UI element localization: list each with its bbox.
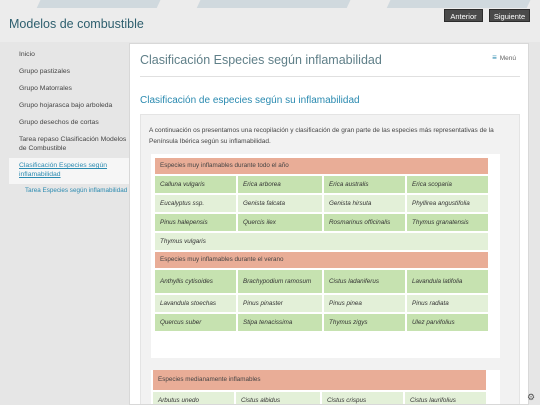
main-content: Clasificación Especies según inflamabili… [129,43,529,405]
table-header: Especies muy inflamables durante todo el… [155,158,488,174]
menu-button[interactable]: ≡ Menú [492,53,516,62]
sidebar-item-desechos[interactable]: Grupo desechos de cortas [9,115,132,132]
table-cell: Calluna vulgaris [155,176,236,193]
sidebar-item-pastizales[interactable]: Grupo pastizales [9,64,132,81]
table-cell: Cistus albidus [236,392,320,404]
decorative-brush [196,0,354,8]
table-cell: Rosmarinus officinalis [324,214,405,231]
table-cell: Thymus zigys [324,314,405,331]
table-header: Especies medianamente inflamables [153,370,486,390]
table-cell: Genista falcata [238,195,322,212]
sidebar-item-matorrales[interactable]: Grupo Matorrales [9,81,132,98]
decorative-brush [36,0,164,8]
table-cell: Phyllirea angustifolia [407,195,488,212]
table-cell: Stipa tenacissima [238,314,322,331]
table-cell: Cistus crispus [322,392,403,404]
table-cell: Pinus radiata [407,295,488,312]
species-table-container: Especies muy inflamables durante todo el… [151,154,500,358]
site-title: Modelos de combustible [9,17,144,31]
table-cell: Lavandula stoechas [155,295,236,312]
table-cell: Eucalyptus ssp. [155,195,236,212]
table-cell: Genista hirsuta [324,195,405,212]
table-cell: Quercis ilex [238,214,322,231]
table-cell: Quercus suber [155,314,236,331]
sidebar-item-inicio[interactable]: Inicio [9,47,132,64]
table-cell: Ulez parvifolius [407,314,488,331]
divider [140,76,520,77]
table-cell: Erica arborea [238,176,322,193]
table-cell: Erica scoparia [407,176,488,193]
table-cell: Erica australis [324,176,405,193]
top-bar: Modelos de combustible Anterior Siguient… [0,0,540,42]
species-table: Especies medianamente inflamables Arbutu… [151,368,488,404]
next-button[interactable]: Siguiente [489,9,530,22]
sidebar-subitem-tarea[interactable]: Tarea Especies según inflamabilidad [9,184,132,200]
section-subtitle: Clasificación de especies según su infla… [140,95,360,106]
table-header: Especies muy inflamables durante el vera… [155,252,488,268]
sidebar-item-clasificacion[interactable]: Clasificación Especies según inflamabili… [9,158,132,184]
sidebar-nav: Inicio Grupo pastizales Grupo Matorrales… [9,47,132,200]
table-cell: Cistus ladaniferus [324,270,405,293]
table-cell: Thymus vulgaris [155,233,488,250]
intro-text: A continuación os presentamos una recopi… [149,127,494,145]
species-table: Especies muy inflamables durante todo el… [153,156,490,333]
table-cell: Pinus pinaster [238,295,322,312]
hamburger-icon: ≡ [492,53,497,62]
content-panel: A continuación os presentamos una recopi… [140,114,520,404]
table-cell: Anthyllis cytisoides [155,270,236,293]
table-cell: Pinus halepensis [155,214,236,231]
menu-label: Menú [499,55,516,62]
page-title: Clasificación Especies según inflamabili… [140,53,382,67]
table-cell: Pinus pinea [324,295,405,312]
table-cell: Lavandula latifolia [407,270,488,293]
sidebar-item-tarea-repaso[interactable]: Tarea repaso Clasificación Modelos de Co… [9,132,132,158]
sidebar-item-hojarasca[interactable]: Grupo hojarasca bajo arboleda [9,98,132,115]
table-cell: Arbutus unedo [153,392,234,404]
accessibility-icon[interactable]: ⚙ [527,392,535,403]
table-cell: Brachypodium ramosum [238,270,322,293]
table-cell: Cistus laurifolius [405,392,486,404]
table-cell: Thymus granatensis [407,214,488,231]
species-table-container: Especies medianamente inflamables Arbutu… [151,368,500,404]
previous-button[interactable]: Anterior [444,9,483,22]
decorative-brush [386,0,534,8]
